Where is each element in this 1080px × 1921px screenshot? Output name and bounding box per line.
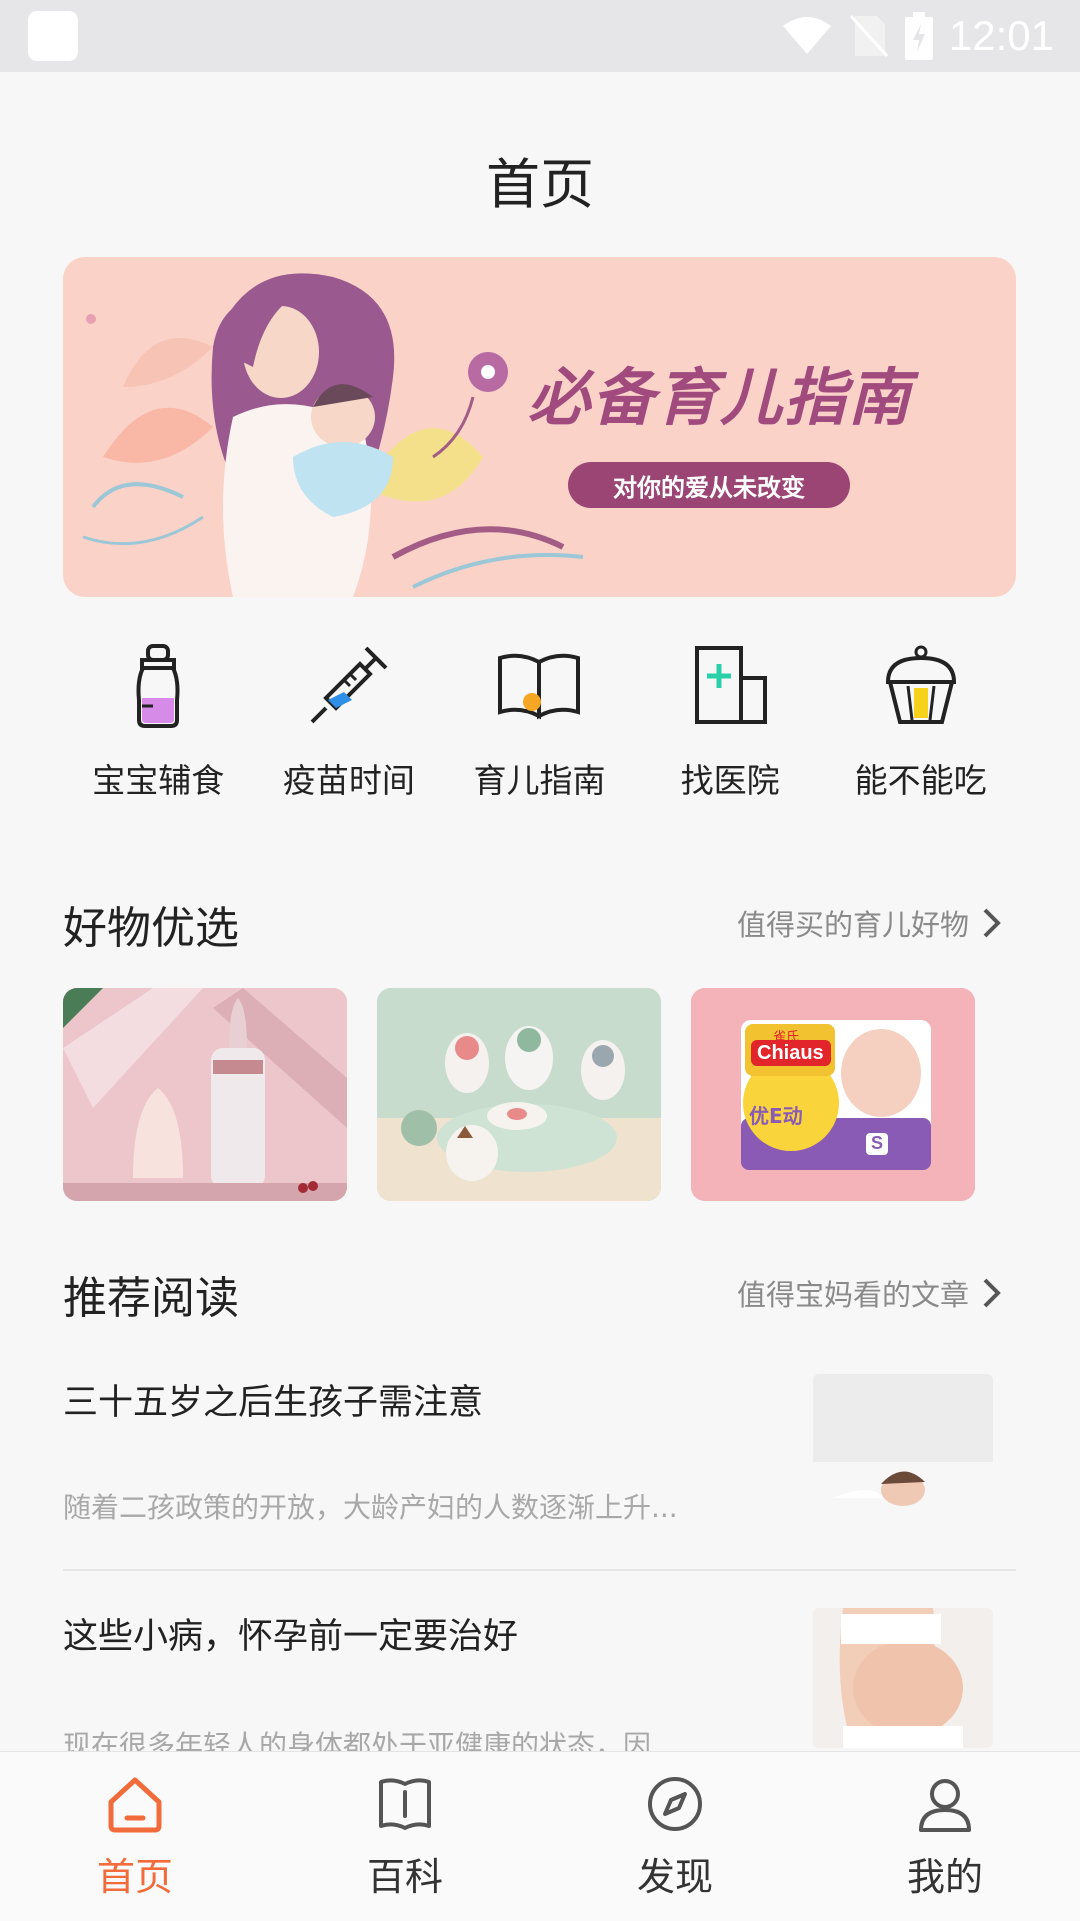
quick-nav-hospital[interactable]: 找医院 — [635, 640, 826, 810]
battery-charging-icon — [904, 12, 933, 60]
app-notification-icon — [28, 11, 78, 61]
diaper-product-image — [691, 988, 975, 1201]
tab-label: 发现 — [636, 1855, 713, 1899]
tab-label: 百科 — [366, 1855, 443, 1899]
user-icon — [919, 1779, 971, 1832]
pregnant-woman-image — [813, 1608, 993, 1748]
cupcake-icon — [885, 645, 956, 724]
tab-discover[interactable]: 发现 — [540, 1752, 810, 1921]
banner-title: 必备育儿指南 — [528, 361, 913, 434]
banner-subtitle: 对你的爱从未改变 — [568, 462, 850, 508]
goods-more-link[interactable]: 值得买的育儿好物 — [737, 902, 1003, 944]
article-item[interactable]: 三十五岁之后生孩子需注意 随着二孩政策的开放，大龄产妇的人数逐渐上升... — [63, 1374, 1016, 1554]
article-title: 这些小病，怀孕前一定要治好 — [63, 1617, 519, 1657]
quick-nav-parenting-guide[interactable]: 育儿指南 — [444, 640, 635, 810]
promo-banner[interactable]: 必备育儿指南 对你的爱从未改变 — [63, 257, 1016, 597]
compass-icon — [648, 1777, 702, 1831]
goods-list: 雀氏 Chiaus 优E动 S — [63, 988, 1043, 1201]
reading-more-text: 值得宝妈看的文章 — [736, 1278, 969, 1312]
quick-nav-label: 疫苗时间 — [282, 761, 415, 800]
quick-nav-label: 育儿指南 — [473, 761, 606, 800]
baby-bottle-icon — [136, 644, 180, 728]
baby-bottle-product-image — [63, 988, 347, 1201]
goods-more-text: 值得买的育儿好物 — [736, 908, 969, 942]
quick-nav-can-eat[interactable]: 能不能吃 — [825, 640, 1016, 810]
quick-nav: 宝宝辅食 疫苗时间 育儿指南 找医院 能不能吃 — [63, 640, 1016, 810]
tab-mine[interactable]: 我的 — [810, 1752, 1080, 1921]
tab-label: 首页 — [96, 1855, 173, 1899]
reading-more-link[interactable]: 值得宝妈看的文章 — [737, 1272, 1003, 1314]
diaper-size: S — [871, 1133, 884, 1153]
status-bar: 12:01 — [0, 0, 1080, 72]
product-card-bottle[interactable] — [63, 988, 347, 1201]
goods-section-header: 好物优选 值得买的育儿好物 — [63, 892, 1003, 954]
reading-section-header: 推荐阅读 值得宝妈看的文章 — [63, 1262, 1003, 1324]
home-icon — [108, 1777, 162, 1833]
quick-nav-label: 能不能吃 — [854, 761, 987, 800]
quick-nav-label: 宝宝辅食 — [92, 761, 225, 800]
book-icon — [379, 1778, 431, 1830]
article-summary: 随着二孩政策的开放，大龄产妇的人数逐渐上升... — [63, 1491, 678, 1524]
product-card-diaper[interactable]: 雀氏 Chiaus 优E动 S — [691, 988, 975, 1201]
page-title: 首页 — [486, 153, 594, 216]
article-thumbnail — [813, 1608, 993, 1748]
wifi-icon — [782, 17, 831, 54]
quick-nav-vaccine[interactable]: 疫苗时间 — [254, 640, 445, 810]
article-divider — [63, 1569, 1016, 1571]
syringe-icon — [310, 646, 388, 724]
sleeping-baby-image — [813, 1374, 993, 1514]
article-title: 三十五岁之后生孩子需注意 — [63, 1383, 484, 1423]
tab-home[interactable]: 首页 — [0, 1752, 270, 1921]
reading-section-title: 推荐阅读 — [63, 1273, 239, 1324]
chevron-right-icon — [983, 1278, 1001, 1308]
product-card-shoes[interactable] — [377, 988, 661, 1201]
diaper-brand: Chiaus — [757, 1042, 824, 1064]
goods-section-title: 好物优选 — [63, 903, 239, 954]
diaper-series: 优E动 — [749, 1104, 803, 1128]
no-sim-icon — [849, 14, 889, 58]
tab-label: 我的 — [906, 1855, 983, 1899]
quick-nav-label: 找医院 — [680, 761, 780, 800]
bottom-tab-bar: 首页 百科 发现 我的 — [0, 1751, 1080, 1921]
quick-nav-baby-food[interactable]: 宝宝辅食 — [63, 640, 254, 810]
article-thumbnail — [813, 1374, 993, 1514]
status-time: 12:01 — [948, 12, 1054, 59]
open-book-icon — [498, 653, 581, 720]
hospital-icon — [695, 646, 768, 724]
baby-shoes-product-image — [377, 988, 661, 1201]
tab-encyclopedia[interactable]: 百科 — [270, 1752, 540, 1921]
chevron-right-icon — [983, 908, 1001, 938]
